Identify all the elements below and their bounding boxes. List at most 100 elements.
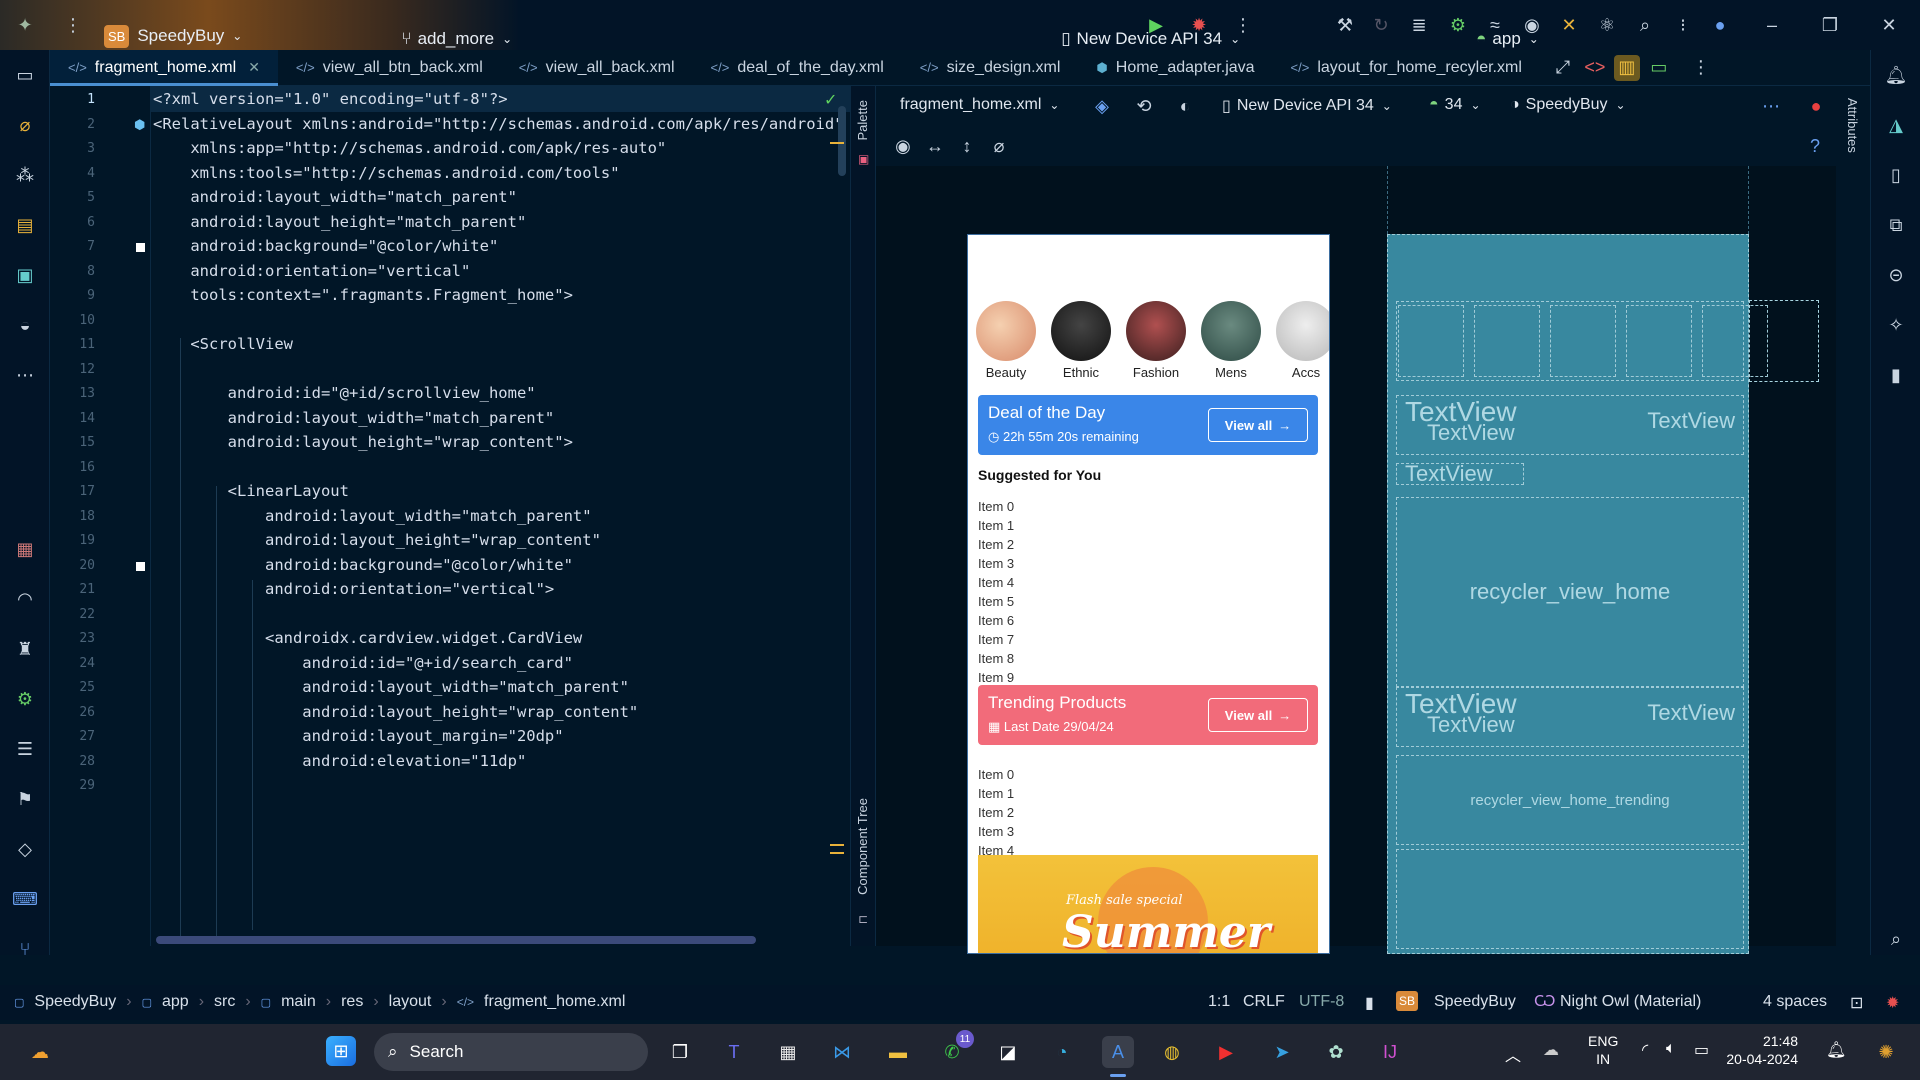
structure-icon[interactable]: ⁂ (12, 162, 38, 188)
line-number[interactable]: 26 (50, 705, 95, 720)
snipping-tool-icon[interactable]: ◪ (992, 1036, 1024, 1068)
tab-fragment-home[interactable]: </> fragment_home.xml ✕ (50, 49, 278, 86)
line-number[interactable]: 22 (50, 607, 95, 622)
list-item[interactable]: Item 7 (978, 632, 1014, 647)
list-item[interactable]: Item 3 (978, 824, 1014, 839)
code-editor[interactable]: 1 2 3 4 5 6 7 8 9 10 11 12 13 14 15 16 17 18 19 20 21 22 23 24 2… (50, 86, 850, 946)
close-window-icon[interactable]: ✕ (1876, 12, 1902, 38)
line-number[interactable]: 8 (50, 264, 95, 279)
logcat-icon[interactable]: ≣ (1406, 12, 1432, 38)
bookmarks-icon[interactable]: ▣ (12, 262, 38, 288)
running-devices-icon[interactable]: ▯ (1883, 162, 1909, 188)
sync-icon[interactable]: ↻ (1368, 12, 1394, 38)
tab-options-icon[interactable]: ⋮ (1688, 55, 1714, 81)
category-ethnic[interactable]: Ethnic (1049, 301, 1113, 380)
build-icon[interactable]: ⚒ (1332, 12, 1358, 38)
line-number[interactable]: 15 (50, 435, 95, 450)
bug-report-icon[interactable]: ✹ (1886, 993, 1899, 1013)
vertical-resize-icon[interactable]: ↕ (954, 133, 980, 159)
tab-home-adapter[interactable]: ⬢ Home_adapter.java (1078, 50, 1272, 86)
eye-icon[interactable]: ◉ (890, 133, 916, 159)
taskbar-search[interactable]: ⌕ Search (374, 1033, 648, 1071)
list-item[interactable]: Item 0 (978, 767, 1014, 782)
file-encoding[interactable]: UTF-8 (1299, 993, 1344, 1011)
expand-icon[interactable]: ⤢ (1550, 55, 1576, 81)
design-view-icon[interactable]: ▭ (1646, 55, 1672, 81)
line-number[interactable]: 18 (50, 509, 95, 524)
deal-view-all-button[interactable]: View all → (1208, 408, 1308, 442)
chrome-icon[interactable]: ◍ (1156, 1036, 1188, 1068)
code-view-icon[interactable]: <> (1582, 55, 1608, 81)
line-number[interactable]: 12 (50, 362, 95, 377)
restore-icon[interactable]: ❐ (1817, 12, 1843, 38)
palette-tab[interactable]: Palette (855, 100, 870, 140)
tools-icon[interactable]: ✕ (1556, 12, 1582, 38)
minimize-icon[interactable]: – (1759, 12, 1785, 38)
show-hidden-icons[interactable]: ︿ (1505, 1042, 1521, 1066)
layout-preview[interactable]: Beauty Ethnic Fashion Mens Accs Deal of … (967, 234, 1330, 954)
line-number[interactable]: 23 (50, 631, 95, 646)
list-item[interactable]: Item 6 (978, 613, 1014, 628)
blueprint-view[interactable]: TextView TextView TextView TextView recy… (1387, 234, 1768, 954)
line-number[interactable]: 19 (50, 533, 95, 548)
summer-sale-banner[interactable]: Flash sale special Summer (978, 855, 1318, 953)
category-beauty[interactable]: Beauty (974, 301, 1038, 380)
indent-setting[interactable]: 4 spaces (1763, 993, 1827, 1011)
gradle-icon[interactable]: ⚙ (1445, 12, 1471, 38)
notifications-icon[interactable]: 🔔︎ (1883, 62, 1909, 88)
file-selector[interactable]: fragment_home.xml ⌄ (900, 96, 1059, 114)
build-variants-icon[interactable]: ▦ (12, 536, 38, 562)
main-menu-icon[interactable]: ⋮ (60, 12, 86, 38)
commit-icon[interactable]: ⌀ (12, 112, 38, 138)
chatgpt-icon[interactable]: ✿ (1320, 1036, 1352, 1068)
branch-selector[interactable]: ⑂ add_more ⌄ (401, 29, 512, 49)
project-selector[interactable]: SB SpeedyBuy ⌄ (104, 24, 242, 48)
line-number[interactable]: 20 (50, 558, 95, 573)
theme-selector[interactable]: ◑ SpeedyBuy ⌄ (1510, 96, 1626, 114)
list-item[interactable]: Item 0 (978, 499, 1014, 514)
resource-manager-icon[interactable]: ▤ (12, 212, 38, 238)
list-item[interactable]: Item 3 (978, 556, 1014, 571)
line-number[interactable]: 25 (50, 680, 95, 695)
readonly-icon[interactable]: ▮ (1365, 993, 1374, 1013)
line-number[interactable]: 11 (50, 337, 95, 352)
design-device-selector[interactable]: ▯ New Device API 34 ⌄ (1222, 96, 1392, 116)
line-number[interactable]: 29 (50, 778, 95, 793)
notification-bell-icon[interactable]: 🔔︎ (1826, 1040, 1846, 1060)
onedrive-icon[interactable]: ☁ (1543, 1040, 1559, 1060)
line-number[interactable]: 2 (50, 117, 95, 132)
logcat-lines-icon[interactable]: ☰ (12, 736, 38, 762)
overflow-icon[interactable]: ⋯ (1758, 93, 1784, 119)
tab-size-design[interactable]: </> size_design.xml (902, 50, 1079, 86)
diamond-icon[interactable]: ◇ (12, 836, 38, 862)
android-studio-taskbar-icon[interactable]: A (1102, 1036, 1134, 1068)
record-icon[interactable]: ◉ (1519, 12, 1545, 38)
list-item[interactable]: Item 1 (978, 518, 1014, 533)
profiler-icon[interactable]: ≈ (1482, 12, 1508, 38)
intellij-icon[interactable]: IJ (1374, 1036, 1406, 1068)
attributes-tab[interactable]: Attributes (1845, 98, 1860, 153)
run-icon[interactable]: ▶ (1143, 12, 1169, 38)
cursor-position[interactable]: 1:1 (1208, 993, 1230, 1011)
device-icon[interactable]: ▮ (1883, 362, 1909, 388)
wifi-icon[interactable]: ◜ (1642, 1040, 1648, 1060)
clear-constraints-icon[interactable]: ⌀ (986, 133, 1012, 159)
horizontal-resize-icon[interactable]: ↔ (922, 133, 948, 159)
line-number[interactable]: 16 (50, 460, 95, 475)
tab-view-all-back[interactable]: </> view_all_back.xml (501, 50, 693, 86)
clock[interactable]: 21:48 20-04-2024 (1726, 1032, 1798, 1068)
app-inspection-icon[interactable]: ♜ (12, 636, 38, 662)
line-number[interactable]: 27 (50, 729, 95, 744)
link-icon[interactable]: ⊝ (1883, 262, 1909, 288)
list-item[interactable]: Item 5 (978, 594, 1014, 609)
gradle-settings-icon[interactable]: ⚙ (12, 686, 38, 712)
night-mode-icon[interactable]: ◐ (1172, 93, 1198, 119)
horizontal-scrollbar[interactable] (156, 936, 756, 944)
list-item[interactable]: Item 2 (978, 537, 1014, 552)
status-project[interactable]: SpeedyBuy (1434, 993, 1516, 1011)
device-manager-icon[interactable]: ◒ (12, 312, 38, 338)
gemini-icon[interactable]: ◮ (1883, 112, 1909, 138)
terminal-icon[interactable]: ⌨ (12, 886, 38, 912)
lock-icon[interactable]: ⊡ (1850, 993, 1863, 1013)
line-number[interactable]: 4 (50, 166, 95, 181)
